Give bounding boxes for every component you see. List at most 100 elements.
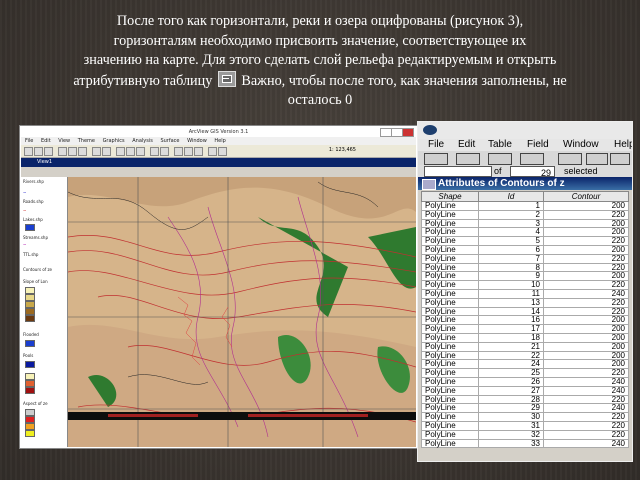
toolbar-button[interactable] bbox=[116, 147, 125, 156]
column-header-contour[interactable]: Contour bbox=[543, 191, 629, 202]
map-canvas[interactable] bbox=[68, 177, 416, 447]
toolbar-button[interactable] bbox=[184, 147, 193, 156]
cell-contour[interactable]: 240 bbox=[543, 438, 629, 449]
toolbar-button[interactable] bbox=[78, 147, 87, 156]
toolbar-button[interactable] bbox=[586, 153, 608, 165]
table-row[interactable]: PolyLine 1 200 bbox=[421, 201, 629, 211]
toolbar-button[interactable] bbox=[126, 147, 135, 156]
legend-item[interactable]: Streams.shp bbox=[23, 235, 48, 240]
toolbar-button[interactable] bbox=[456, 153, 480, 165]
cell-contour[interactable]: 240 bbox=[543, 385, 629, 396]
cell-id[interactable]: 5 bbox=[478, 236, 544, 246]
cell-contour[interactable]: 240 bbox=[543, 288, 629, 299]
legend-item[interactable]: Aspect of ze bbox=[23, 401, 48, 406]
cell-id[interactable]: 32 bbox=[478, 429, 544, 440]
cell-shape[interactable]: PolyLine bbox=[421, 209, 479, 220]
menu-graphics[interactable]: Graphics bbox=[103, 138, 125, 144]
cell-shape[interactable]: PolyLine bbox=[421, 201, 479, 211]
menu-surface[interactable]: Surface bbox=[160, 138, 179, 144]
menu-theme[interactable]: Theme bbox=[78, 138, 95, 144]
menu-edit[interactable]: Edit bbox=[41, 138, 51, 144]
cell-id[interactable]: 7 bbox=[478, 253, 544, 264]
table-row[interactable]: PolyLine 32 220 bbox=[421, 429, 629, 440]
toolbar-button[interactable] bbox=[160, 147, 169, 156]
refresh-icon[interactable] bbox=[610, 153, 630, 165]
legend-toc[interactable]: Rivers.shp ~ Roads.shp ~ Lakes.shp Strea… bbox=[21, 177, 68, 447]
cell-id[interactable]: 31 bbox=[478, 420, 544, 431]
toolbar-button[interactable] bbox=[174, 147, 183, 156]
cell-shape[interactable]: PolyLine bbox=[421, 253, 479, 264]
toolbar-button[interactable] bbox=[218, 147, 227, 156]
cell-shape[interactable]: PolyLine bbox=[421, 429, 479, 440]
cell-id[interactable]: 4 bbox=[478, 227, 544, 238]
table-row[interactable]: PolyLine 6 200 bbox=[421, 244, 629, 255]
toolbar-button[interactable] bbox=[92, 147, 101, 156]
cell-id[interactable]: 11 bbox=[478, 288, 544, 299]
toolbar-button[interactable] bbox=[44, 147, 53, 156]
cell-contour[interactable]: 220 bbox=[543, 253, 629, 264]
attr-menu-help[interactable]: Help bbox=[614, 139, 632, 151]
toolbar-button[interactable] bbox=[34, 147, 43, 156]
column-header-id[interactable]: Id bbox=[478, 191, 544, 202]
menu-file[interactable]: File bbox=[25, 138, 33, 144]
cell-id[interactable]: 2 bbox=[478, 209, 544, 220]
attribute-table[interactable]: Shape Id Contour PolyLine 1 200 PolyLine 2 22… bbox=[421, 191, 629, 449]
attr-menu-field[interactable]: Field bbox=[527, 139, 549, 151]
menu-help[interactable]: Help bbox=[214, 138, 225, 144]
table-row[interactable]: PolyLine 11 240 bbox=[421, 288, 629, 299]
cell-shape[interactable]: PolyLine bbox=[421, 288, 479, 299]
attr-menu-edit[interactable]: Edit bbox=[458, 139, 475, 151]
legend-item[interactable]: TTL.shp bbox=[23, 252, 38, 257]
cell-contour[interactable]: 220 bbox=[543, 429, 629, 440]
menu-analysis[interactable]: Analysis bbox=[132, 138, 153, 144]
cell-shape[interactable]: PolyLine bbox=[421, 385, 479, 396]
cell-id[interactable]: 21 bbox=[478, 341, 544, 352]
legend-item[interactable]: Flooded bbox=[23, 332, 39, 337]
menu-view[interactable]: View bbox=[58, 138, 70, 144]
table-row[interactable]: PolyLine 21 200 bbox=[421, 341, 629, 352]
cell-id[interactable]: 6 bbox=[478, 244, 544, 255]
cell-shape[interactable]: PolyLine bbox=[421, 244, 479, 255]
legend-item[interactable]: Roads.shp bbox=[23, 199, 44, 204]
attr-menu-file[interactable]: File bbox=[428, 139, 444, 151]
table-row[interactable]: PolyLine 7 220 bbox=[421, 253, 629, 264]
cell-contour[interactable]: 220 bbox=[543, 297, 629, 308]
toolbar-button[interactable] bbox=[58, 147, 67, 156]
cell-contour[interactable]: 200 bbox=[543, 332, 629, 343]
cell-contour[interactable]: 200 bbox=[543, 201, 629, 211]
legend-item[interactable]: Slope of Lon bbox=[23, 279, 48, 284]
table-row[interactable]: PolyLine 27 240 bbox=[421, 385, 629, 396]
cell-shape[interactable]: PolyLine bbox=[421, 438, 479, 449]
toolbar-button[interactable] bbox=[424, 153, 448, 165]
toolbar-button[interactable] bbox=[150, 147, 159, 156]
table-row[interactable]: PolyLine 2 220 bbox=[421, 209, 629, 220]
toolbar-button[interactable] bbox=[208, 147, 217, 156]
cell-id[interactable]: 13 bbox=[478, 297, 544, 308]
cell-id[interactable]: 3 bbox=[478, 218, 544, 229]
legend-item[interactable]: Lakes.shp bbox=[23, 217, 43, 222]
toolbar-button[interactable] bbox=[520, 153, 544, 165]
cell-contour[interactable]: 240 bbox=[543, 376, 629, 387]
cell-contour[interactable]: 220 bbox=[543, 209, 629, 220]
toolbar-button[interactable] bbox=[136, 147, 145, 156]
cell-id[interactable]: 26 bbox=[478, 376, 544, 387]
table-row[interactable]: PolyLine 31 220 bbox=[421, 420, 629, 431]
cell-shape[interactable]: PolyLine bbox=[421, 297, 479, 308]
cell-shape[interactable]: PolyLine bbox=[421, 376, 479, 387]
cell-id[interactable]: 18 bbox=[478, 332, 544, 343]
toolbar-button[interactable] bbox=[488, 153, 512, 165]
cell-id[interactable]: 27 bbox=[478, 385, 544, 396]
cell-contour[interactable]: 220 bbox=[543, 420, 629, 431]
cell-id[interactable]: 8 bbox=[478, 262, 544, 273]
toolbar-button[interactable] bbox=[558, 153, 582, 165]
table-row[interactable]: PolyLine 13 220 bbox=[421, 297, 629, 308]
cell-contour[interactable]: 200 bbox=[543, 244, 629, 255]
cell-shape[interactable]: PolyLine bbox=[421, 341, 479, 352]
attr-menu-window[interactable]: Window bbox=[563, 139, 599, 151]
table-row[interactable]: PolyLine 18 200 bbox=[421, 332, 629, 343]
toolbar-button[interactable] bbox=[102, 147, 111, 156]
cell-shape[interactable]: PolyLine bbox=[421, 332, 479, 343]
cell-id[interactable]: 33 bbox=[478, 438, 544, 449]
attr-menu-table[interactable]: Table bbox=[488, 139, 512, 151]
toolbar-button[interactable] bbox=[24, 147, 33, 156]
